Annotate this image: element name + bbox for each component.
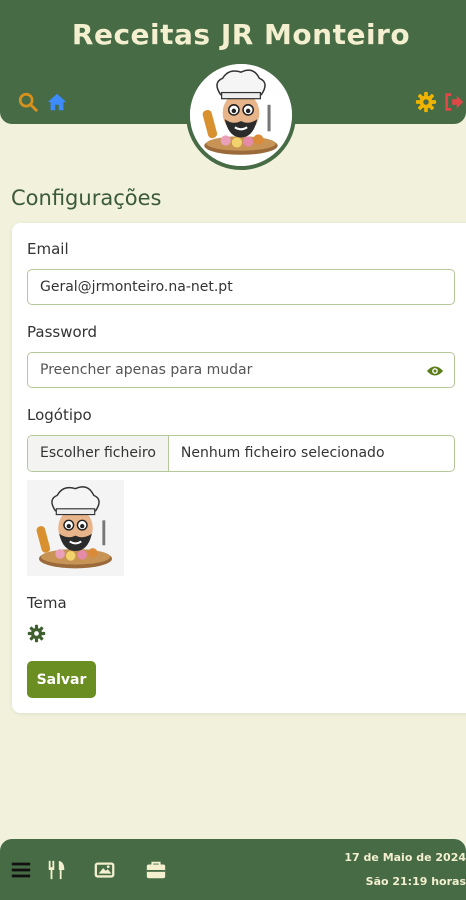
menu-icon[interactable]: [10, 859, 32, 881]
eye-icon[interactable]: [426, 363, 444, 377]
logo-file-input[interactable]: Escolher ficheiro Nenhum ficheiro seleci…: [27, 435, 455, 472]
utensils-icon[interactable]: [46, 859, 68, 881]
email-field[interactable]: [27, 269, 455, 305]
email-input[interactable]: [40, 270, 420, 304]
home-icon[interactable]: [46, 91, 68, 113]
choose-file-button[interactable]: Escolher ficheiro: [28, 436, 169, 471]
settings-form: Email Password Logótipo Escolher ficheir…: [12, 223, 466, 713]
settings-gear-icon[interactable]: [415, 91, 437, 113]
footer-time: São 21:19 horas: [365, 875, 466, 888]
theme-label: Tema: [27, 594, 67, 612]
chef-logo: [186, 60, 296, 170]
logout-icon[interactable]: [443, 91, 465, 113]
password-field[interactable]: [27, 352, 455, 388]
password-label: Password: [27, 323, 98, 341]
logo-preview: [27, 480, 124, 576]
footer-date: 17 de Maio de 2024: [344, 851, 466, 864]
app-footer: 17 de Maio de 2024 São 21:19 horas: [0, 839, 466, 900]
briefcase-icon[interactable]: [145, 859, 167, 881]
file-status: Nenhum ficheiro selecionado: [180, 445, 385, 461]
theme-gear-icon[interactable]: [27, 624, 46, 643]
save-button[interactable]: Salvar: [27, 661, 96, 698]
app-header: Receitas JR Monteiro: [0, 0, 466, 170]
images-icon[interactable]: [94, 859, 116, 881]
logo-label: Logótipo: [27, 406, 92, 424]
search-icon[interactable]: [17, 91, 39, 113]
email-label: Email: [27, 240, 69, 258]
password-input[interactable]: [40, 353, 420, 387]
app-title: Receitas JR Monteiro: [71, 18, 411, 51]
page-title: Configurações: [11, 186, 162, 210]
